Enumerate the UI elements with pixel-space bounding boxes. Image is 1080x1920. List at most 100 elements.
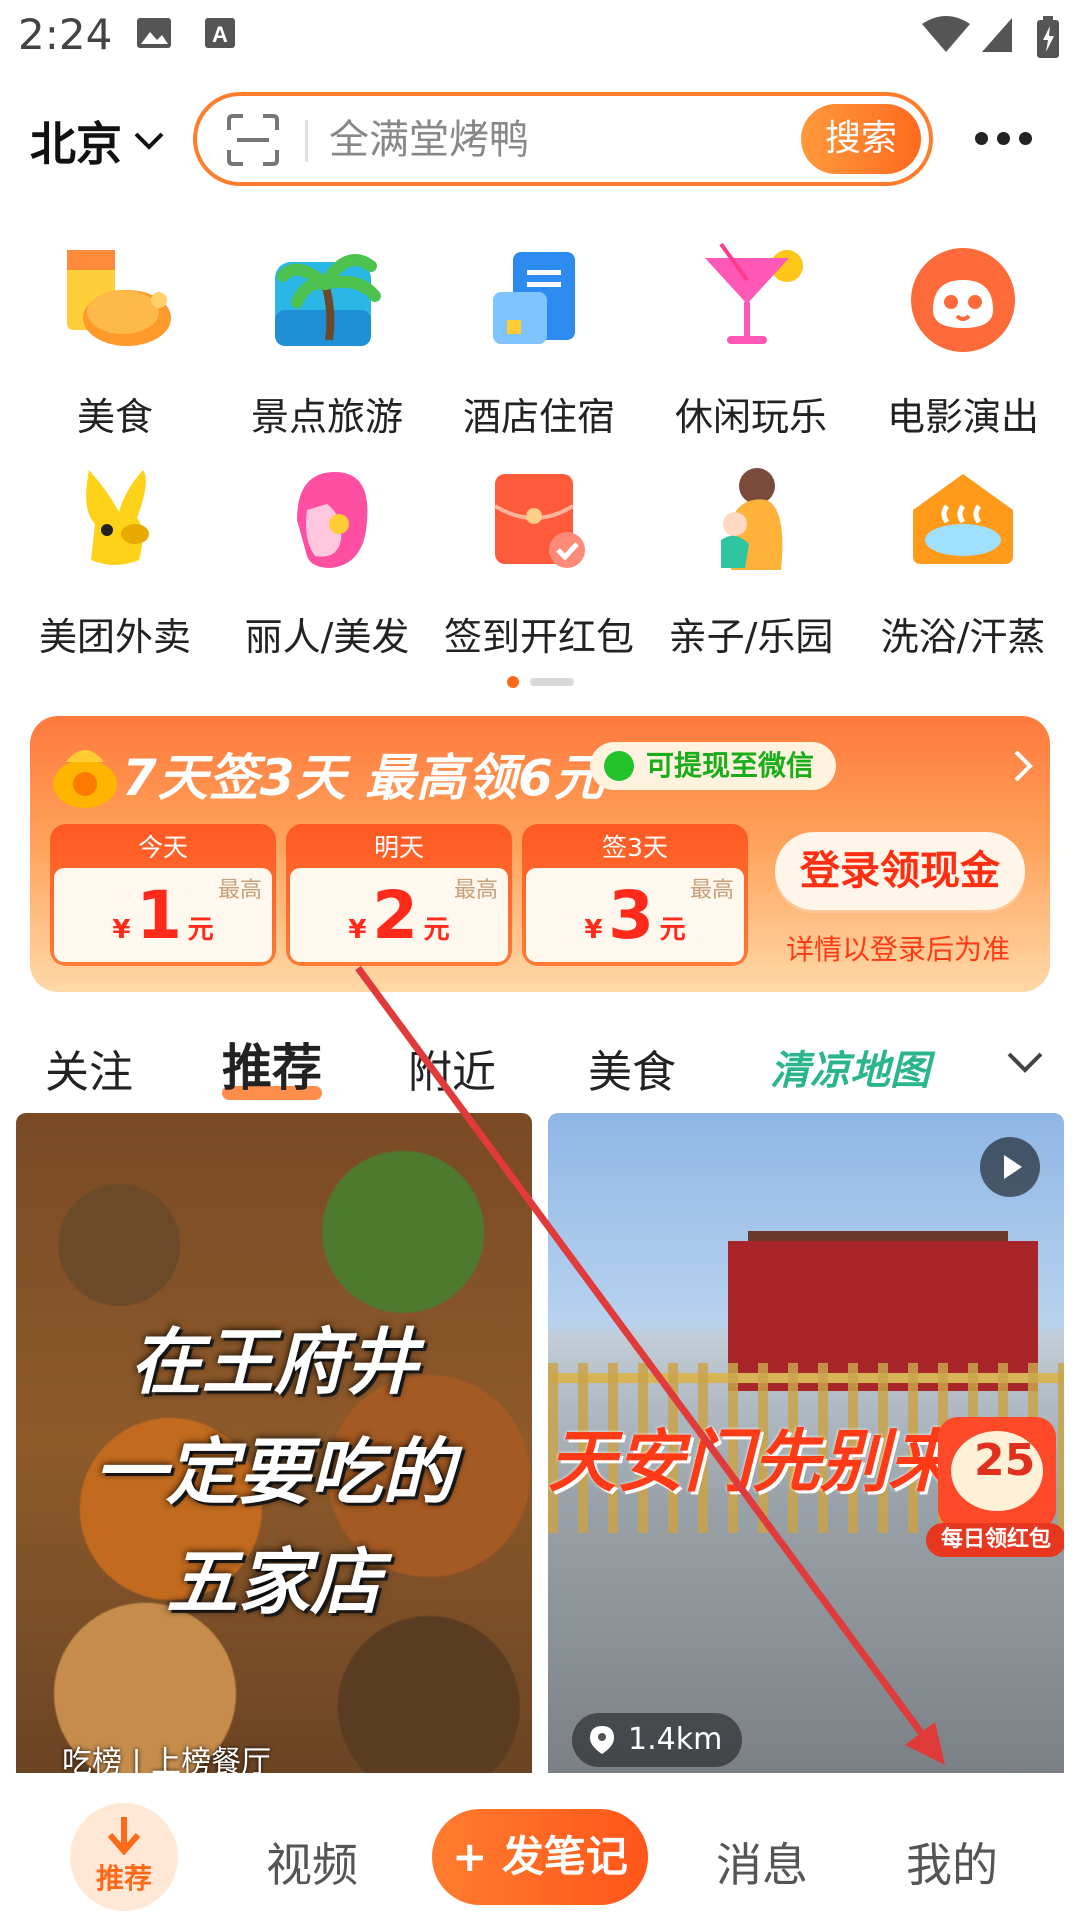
page-indicator	[507, 676, 574, 688]
wechat-pill-label: 可提现至微信	[646, 749, 815, 782]
category-food[interactable]: 美食	[10, 240, 220, 441]
login-note: 详情以登录后为准	[786, 933, 1011, 966]
beauty-icon	[297, 472, 368, 568]
card-title-line: 在王府井	[129, 1320, 418, 1404]
day-card-value: 2	[372, 877, 418, 954]
tab-nearby[interactable]: 附近	[408, 1036, 496, 1100]
distance-pill: 1.4km	[572, 1713, 743, 1767]
search-input[interactable]: 全满堂烤鸭	[329, 112, 529, 168]
city-selector[interactable]: 北京	[30, 108, 166, 174]
day-card-third[interactable]: 签3天 最高 ¥ 3 元	[522, 824, 748, 966]
login-cash-button[interactable]: 登录领现金	[775, 832, 1025, 910]
signal-icon	[982, 18, 1012, 52]
category-label: 亲子/乐园	[668, 615, 834, 659]
nav-home-label: 推荐	[95, 1862, 152, 1895]
category-parent-child[interactable]: 亲子/乐园	[646, 460, 856, 661]
category-label: 休闲玩乐	[674, 395, 827, 439]
category-movie[interactable]: 电影演出	[858, 240, 1068, 441]
wechat-icon	[604, 751, 634, 781]
redpack-value: 25	[974, 1435, 1036, 1486]
tab-follow[interactable]: 关注	[45, 1036, 133, 1100]
cat-face-icon	[911, 248, 1015, 352]
chevron-down-icon	[134, 132, 164, 150]
font-a-icon: A	[205, 18, 235, 48]
gallery-icon	[137, 18, 171, 48]
card-title-line: 五家店	[165, 1540, 382, 1624]
food-icon	[67, 250, 171, 346]
chevron-down-icon[interactable]	[1005, 1050, 1045, 1076]
day-card-value: 3	[608, 877, 654, 954]
scan-icon[interactable]	[227, 114, 279, 166]
category-label: 酒店住宿	[462, 395, 615, 439]
search-divider	[305, 120, 308, 162]
chevron-right-icon[interactable]	[1010, 746, 1038, 786]
day-card-head: 签3天	[602, 833, 668, 862]
bath-icon	[913, 474, 1013, 564]
day-card-tomorrow[interactable]: 明天 最高 ¥ 2 元	[286, 824, 512, 966]
search-bar[interactable]: 全满堂烤鸭 搜索	[193, 92, 933, 186]
currency-symbol: ¥	[112, 915, 131, 945]
status-time: 2:24	[18, 10, 113, 59]
more-icon[interactable]	[975, 128, 1035, 148]
tab-recommend[interactable]: 推荐	[222, 1028, 322, 1100]
red-envelope-icon	[493, 474, 585, 568]
category-label: 美食	[76, 395, 153, 439]
arrow-down-icon	[108, 1817, 140, 1855]
post-note-button[interactable]: + 发笔记	[432, 1809, 648, 1905]
category-hotel[interactable]: 酒店住宿	[434, 240, 644, 441]
location-pin-icon	[590, 1726, 614, 1754]
tab-food[interactable]: 美食	[588, 1036, 676, 1100]
category-scenic[interactable]: 景点旅游	[222, 240, 432, 441]
day-card-unit: 元	[423, 915, 450, 945]
day-card-unit: 元	[187, 915, 214, 945]
category-leisure[interactable]: 休闲玩乐	[646, 240, 856, 441]
nav-messages[interactable]: 消息	[716, 1829, 808, 1895]
category-label: 洗浴/汗蒸	[880, 615, 1046, 659]
day-card-head: 今天	[137, 833, 188, 862]
category-meituan-delivery[interactable]: 美团外卖	[10, 460, 220, 661]
category-beauty[interactable]: 丽人/美发	[222, 460, 432, 661]
hotel-icon	[493, 252, 575, 344]
currency-symbol: ¥	[348, 915, 367, 945]
money-bag-icon	[53, 750, 117, 808]
card-title-line: 一定要吃的	[93, 1430, 454, 1514]
distance-label: 1.4km	[628, 1722, 723, 1757]
category-label: 景点旅游	[250, 395, 403, 439]
feed-card-food[interactable]: 在王府井 一定要吃的 五家店 吃榜 | 上榜餐厅	[16, 1113, 532, 1773]
daily-redpack-widget[interactable]: 25 每日领红包	[924, 1413, 1064, 1559]
ranking-badge: 吃榜 | 上榜餐厅	[62, 1737, 271, 1773]
svg-text:A: A	[212, 22, 228, 47]
battery-icon	[1037, 16, 1059, 58]
day-card-value: 1	[136, 877, 182, 954]
city-label: 北京	[30, 117, 122, 171]
category-signin-redpack[interactable]: 签到开红包	[434, 460, 644, 661]
cocktail-icon	[705, 242, 803, 344]
signin-banner[interactable]: 7天签3天 最高领6元 可提现至微信 今天 最高 ¥ 1 元 明天 最高 ¥ 2…	[30, 716, 1050, 992]
tab-cool-map[interactable]: 清凉地图	[770, 1038, 930, 1096]
category-bath[interactable]: 洗浴/汗蒸	[858, 460, 1068, 661]
category-label: 美团外卖	[38, 615, 191, 659]
day-card-unit: 元	[659, 915, 686, 945]
play-icon[interactable]	[980, 1137, 1040, 1197]
banner-title: 7天签3天 最高领6元	[122, 749, 605, 807]
nav-home[interactable]: 推荐	[70, 1803, 178, 1911]
category-label: 电影演出	[886, 395, 1039, 439]
nav-me[interactable]: 我的	[906, 1829, 998, 1895]
card-overlay-title: 天安门先别来	[548, 1423, 957, 1502]
wechat-withdraw-pill: 可提现至微信	[590, 742, 837, 790]
day-card-today[interactable]: 今天 最高 ¥ 1 元	[50, 824, 276, 966]
feed-card-tiananmen[interactable]: 天安门先别来 25 每日领红包 1.4km	[548, 1113, 1064, 1773]
search-button[interactable]: 搜索	[801, 104, 921, 174]
currency-symbol: ¥	[584, 915, 603, 945]
category-label: 丽人/美发	[244, 615, 410, 659]
category-label: 签到开红包	[443, 615, 634, 659]
wifi-icon	[922, 16, 970, 52]
day-card-head: 明天	[373, 833, 424, 862]
kangaroo-icon	[86, 470, 149, 565]
ranking-badge-label: 吃榜 | 上榜餐厅	[62, 1745, 272, 1773]
nav-video[interactable]: 视频	[266, 1829, 358, 1895]
bottom-navigation: 推荐 视频 + 发笔记 消息 我的	[0, 1773, 1080, 1920]
palm-tree-icon	[275, 254, 381, 346]
redpack-label: 每日领红包	[926, 1523, 1064, 1557]
parent-child-icon	[721, 468, 783, 570]
